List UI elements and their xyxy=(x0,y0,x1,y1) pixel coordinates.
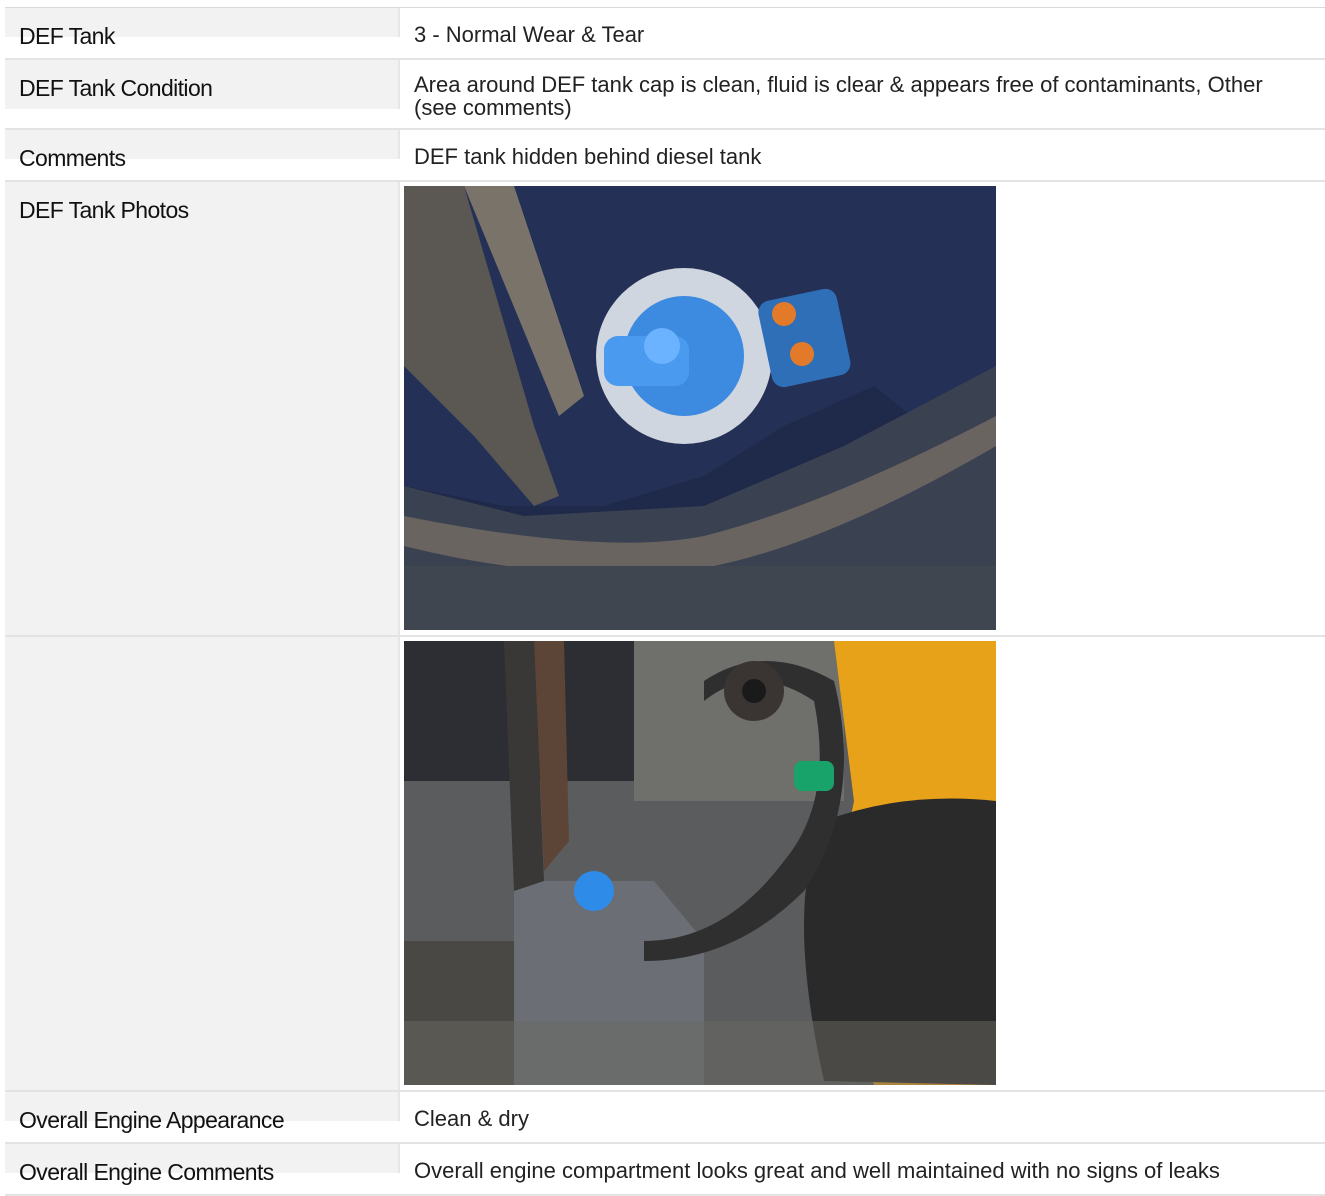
row-label: Comments xyxy=(5,130,400,171)
def-tank-cap-photo[interactable] xyxy=(404,186,996,630)
row-label xyxy=(5,637,400,1090)
photo-cell xyxy=(400,182,1325,635)
row-comments: Comments DEF tank hidden behind diesel t… xyxy=(5,130,1325,182)
row-def-tank-condition: DEF Tank Condition Area around DEF tank … xyxy=(5,60,1325,130)
row-overall-engine-appearance: Overall Engine Appearance Clean & dry xyxy=(5,1092,1325,1144)
photo-cell xyxy=(400,637,1325,1090)
def-tank-overview-photo[interactable] xyxy=(404,641,996,1085)
row-label: DEF Tank xyxy=(5,8,400,49)
row-def-tank: DEF Tank 3 - Normal Wear & Tear xyxy=(5,8,1325,60)
row-label: Overall Engine Comments xyxy=(5,1144,400,1185)
row-overall-engine-comments: Overall Engine Comments Overall engine c… xyxy=(5,1144,1325,1196)
row-value: Clean & dry xyxy=(414,1106,529,1131)
row-value: Area around DEF tank cap is clean, fluid… xyxy=(414,72,1263,120)
row-def-tank-photos-2 xyxy=(5,637,1325,1092)
row-def-tank-photos: DEF Tank Photos xyxy=(5,182,1325,637)
row-label: DEF Tank Condition xyxy=(5,60,400,109)
row-value: Overall engine compartment looks great a… xyxy=(414,1158,1220,1183)
row-label: Overall Engine Appearance xyxy=(5,1092,400,1133)
row-label: DEF Tank Photos xyxy=(5,182,400,635)
inspection-table: DEF Tank 3 - Normal Wear & Tear DEF Tank… xyxy=(5,7,1325,1196)
row-value: DEF tank hidden behind diesel tank xyxy=(414,144,762,169)
row-value: 3 - Normal Wear & Tear xyxy=(414,22,645,47)
